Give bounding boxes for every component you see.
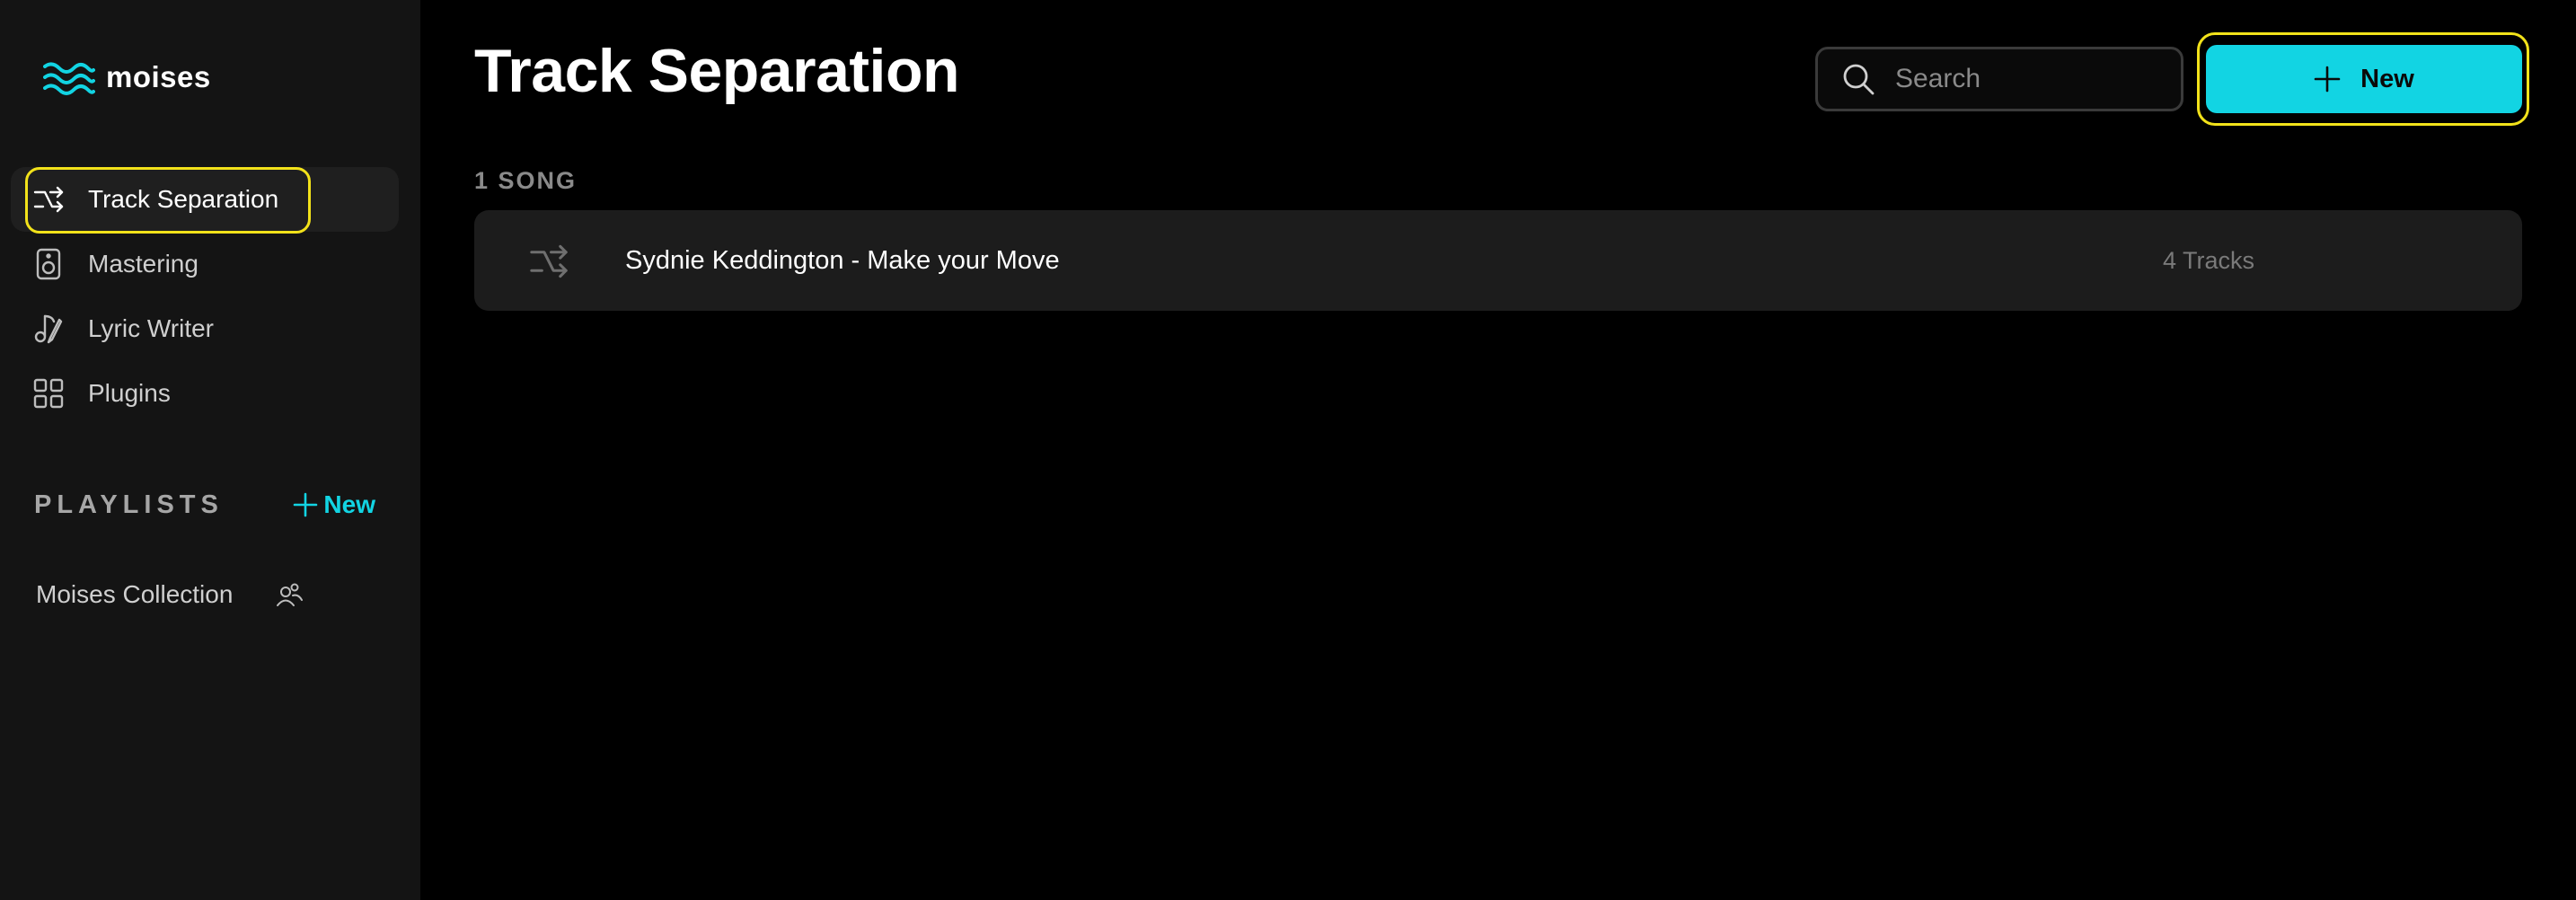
song-row[interactable]: Sydnie Keddington - Make your Move 4 Tra… [474,210,2522,311]
sidebar-item-plugins[interactable]: Plugins [11,361,399,426]
playlist-label: Moises Collection [36,580,234,608]
sidebar-item-label: Track Separation [88,185,279,213]
lyric-pen-icon [32,313,65,345]
track-separation-icon [530,244,568,278]
search-icon [1843,64,1875,95]
plus-icon [2314,66,2341,93]
new-playlist-button[interactable]: New [293,490,375,519]
new-playlist-label: New [323,490,375,518]
sidebar: moises Track Separation Mastering Lyric … [0,0,420,900]
plus-icon [294,492,318,517]
song-count: 1 SONG [474,167,578,194]
new-button[interactable]: New [2206,45,2522,113]
new-button-label: New [2360,64,2414,93]
playlists-header: PLAYLISTS New [34,485,375,525]
sidebar-item-label: Lyric Writer [88,314,214,342]
song-title: Sydnie Keddington - Make your Move [625,245,1060,275]
sidebar-item-lyric-writer[interactable]: Lyric Writer [11,296,399,361]
sidebar-item-label: Plugins [88,379,171,407]
brand-name: moises [106,60,211,93]
song-track-count: 4 Tracks [2163,246,2255,274]
app-window: moises Track Separation Mastering Lyric … [0,0,2576,900]
search-input[interactable] [1895,64,2165,94]
sidebar-item-mastering[interactable]: Mastering [11,232,399,296]
mastering-speaker-icon [32,248,65,280]
search-box[interactable] [1815,47,2183,111]
moises-logo[interactable]: moises [43,59,211,95]
playlist-item-moises-collection[interactable]: Moises Collection [36,575,304,614]
sidebar-item-track-separation[interactable]: Track Separation [11,167,399,234]
moises-logo-icon [43,62,95,95]
shared-users-icon [277,583,304,606]
grid-icon [32,377,65,410]
sidebar-nav: Track Separation Mastering Lyric Writer … [11,167,399,426]
track-separation-icon [32,183,65,216]
page-title: Track Separation [474,37,960,105]
sidebar-item-label: Mastering [88,250,198,278]
playlists-title: PLAYLISTS [34,490,224,519]
